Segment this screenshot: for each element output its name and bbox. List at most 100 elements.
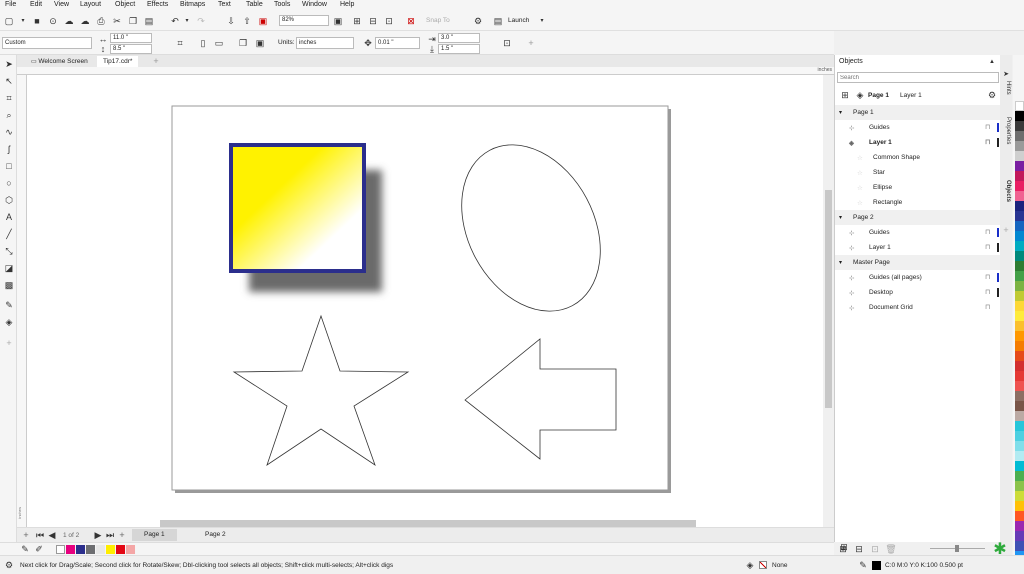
interactive-fill-tool-icon[interactable]: ◈ (4, 317, 14, 327)
menu-table[interactable]: Table (246, 1, 263, 8)
palette-color-swatch[interactable] (1015, 261, 1024, 271)
palette-color-swatch[interactable] (1015, 361, 1024, 371)
text-tool-icon[interactable]: A (4, 212, 14, 222)
outline-pen-icon[interactable]: ✎ (858, 560, 868, 570)
objects-row-obj[interactable]: ☆ Rectangle (835, 195, 1001, 210)
palette-color-swatch[interactable] (1015, 371, 1024, 381)
freehand-tool-icon[interactable]: ∿ (4, 127, 14, 137)
palette-color-swatch[interactable] (1015, 471, 1024, 481)
lock-icon[interactable]: ⊓ (985, 228, 990, 236)
save-icon[interactable]: ■ (32, 16, 42, 26)
eyedropper-icon[interactable]: ✎ (20, 544, 30, 554)
undo-dropdown-icon[interactable]: ▾ (182, 16, 192, 26)
palette-color-swatch[interactable] (1015, 131, 1024, 141)
objects-row-item[interactable]: ⊹ Desktop ⊓ (835, 285, 1001, 300)
lock-icon[interactable]: ⊓ (985, 273, 990, 281)
objects-footer-delete-icon[interactable]: 🗑 (885, 544, 896, 554)
cloud-upload-icon[interactable]: ☁ (64, 16, 74, 26)
lock-ratio-icon[interactable]: ⌗ (175, 38, 185, 48)
add-tool-icon[interactable]: + (4, 338, 14, 348)
menu-window[interactable]: Window (302, 1, 327, 8)
palette-color-swatch[interactable] (1015, 161, 1024, 171)
palette-color-swatch[interactable] (1015, 311, 1024, 321)
polygon-tool-icon[interactable]: ⬡ (4, 195, 14, 205)
undo-icon[interactable]: ↶ (170, 16, 180, 26)
objects-search-input[interactable] (837, 72, 999, 83)
objects-footer-copy-icon[interactable]: ⊡ (870, 544, 880, 554)
units-select[interactable]: inches (296, 37, 354, 49)
new-dropdown-icon[interactable]: ▾ (18, 16, 28, 26)
zoom-field[interactable]: 82% (279, 15, 329, 26)
palette-color-swatch[interactable] (1015, 441, 1024, 451)
palette-color-swatch[interactable] (1015, 491, 1024, 501)
palette-color-swatch[interactable] (1015, 461, 1024, 471)
grid-icon[interactable]: ⊟ (368, 16, 378, 26)
new-tab-icon[interactable]: + (151, 56, 161, 66)
palette-color-swatch[interactable] (1015, 421, 1024, 431)
import-icon[interactable]: ⇩ (226, 16, 236, 26)
copy-icon[interactable]: ❐ (128, 16, 138, 26)
lock-icon[interactable]: ⊓ (985, 123, 990, 131)
objects-row-item[interactable]: ⊹ Guides ⊓ (835, 225, 1001, 240)
export-pdf-icon[interactable]: ▣ (258, 16, 268, 26)
vertical-scroll-thumb[interactable] (825, 190, 832, 408)
menu-effects[interactable]: Effects (147, 1, 168, 8)
palette-color-swatch[interactable] (1015, 151, 1024, 161)
palette-color-swatch[interactable] (1015, 111, 1024, 121)
nudge-distance-field[interactable]: 0.01 " (375, 37, 420, 49)
previous-page-icon[interactable]: ◀ (47, 530, 57, 540)
objects-row-page[interactable]: ▾ Page 2 (835, 210, 1001, 225)
add-page-after-icon[interactable]: + (117, 530, 127, 540)
artistic-media-tool-icon[interactable]: ʃ (4, 144, 14, 154)
no-fill-swatch[interactable] (759, 561, 767, 569)
palette-color-swatch[interactable] (1015, 121, 1024, 131)
document-color-swatch[interactable] (76, 545, 85, 554)
palette-color-swatch[interactable] (1015, 141, 1024, 151)
palette-color-swatch[interactable] (1015, 251, 1024, 261)
side-tab-hints[interactable]: Hints (1001, 81, 1011, 95)
shape-tool-icon[interactable]: ↖ (4, 76, 14, 86)
menu-layout[interactable]: Layout (80, 1, 101, 8)
palette-color-swatch[interactable] (1015, 281, 1024, 291)
palette-color-swatch[interactable] (1015, 401, 1024, 411)
objects-row-item[interactable]: ⊹ Guides ⊓ (835, 120, 1001, 135)
page-tab-2[interactable]: Page 2 (193, 529, 238, 541)
parallel-dimension-tool-icon[interactable]: ╱ (4, 229, 14, 239)
status-settings-icon[interactable]: ⚙ (4, 560, 14, 570)
redo-icon[interactable]: ↷ (196, 16, 206, 26)
palette-color-swatch[interactable] (1015, 341, 1024, 351)
print-icon[interactable]: ⎙ (96, 16, 106, 26)
layers-icon[interactable]: ◈ (855, 90, 865, 100)
menu-object[interactable]: Object (115, 1, 135, 8)
docker-options-gear-icon[interactable]: ⚙ (987, 90, 997, 100)
new-document-icon[interactable]: ▢ (4, 16, 14, 26)
cloud-download-icon[interactable]: ☁ (80, 16, 90, 26)
horizontal-scroll-thumb[interactable] (160, 520, 696, 527)
zoom-tool-icon[interactable]: ⌕ (4, 110, 14, 120)
palette-color-swatch[interactable] (1015, 191, 1024, 201)
objects-row-obj[interactable]: ☆ Star (835, 165, 1001, 180)
rectangle-tool-icon[interactable]: □ (4, 161, 14, 171)
palette-color-swatch[interactable] (1015, 301, 1024, 311)
objects-footer-layer-icon[interactable]: ⊞ (838, 544, 848, 554)
palette-color-swatch[interactable] (1015, 101, 1024, 111)
add-docker-icon[interactable]: + (1001, 225, 1011, 235)
page-tab-1[interactable]: Page 1 (132, 529, 177, 541)
page-preset-select[interactable]: Custom (2, 37, 92, 49)
document-color-swatch[interactable] (106, 545, 115, 554)
palette-color-swatch[interactable] (1015, 231, 1024, 241)
palette-color-swatch[interactable] (1015, 431, 1024, 441)
palette-color-swatch[interactable] (1015, 521, 1024, 531)
all-pages-icon[interactable]: ❐ (238, 38, 248, 48)
export-icon[interactable]: ⇧ (242, 16, 252, 26)
new-layer-icon[interactable]: ⊞ (840, 90, 850, 100)
last-page-icon[interactable]: ⏭ (105, 530, 115, 540)
objects-row-item[interactable]: ⊹ Guides (all pages) ⊓ (835, 270, 1001, 285)
cut-icon[interactable]: ✂ (112, 16, 122, 26)
objects-row-page[interactable]: ▾ Page 1 (835, 105, 1001, 120)
portrait-icon[interactable]: ▯ (198, 38, 208, 48)
menu-view[interactable]: View (54, 1, 69, 8)
objects-row-layer[interactable]: ◈ Layer 1 ⊓ (835, 135, 1001, 150)
duplicate-y-field[interactable]: 1.5 " (438, 44, 480, 54)
add-page-before-icon[interactable]: + (21, 530, 31, 540)
